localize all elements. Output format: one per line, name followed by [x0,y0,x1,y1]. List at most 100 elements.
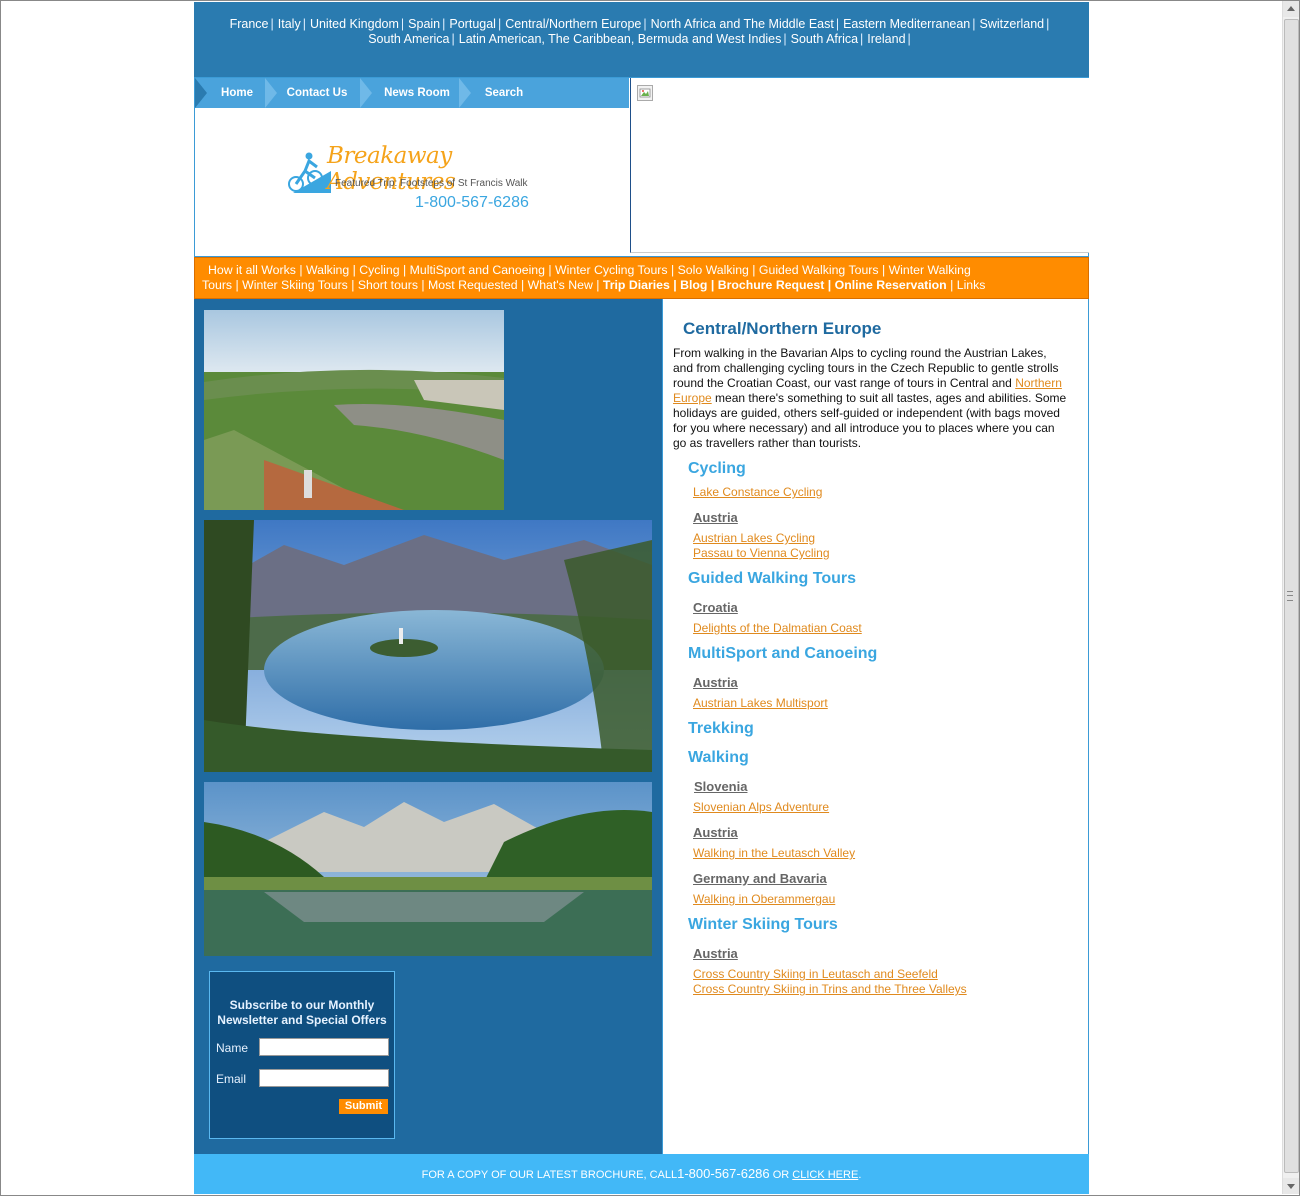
nav-home-link[interactable]: Home [207,78,267,108]
broken-image-icon [637,85,653,101]
category-link[interactable]: Walking [306,263,349,277]
category-link[interactable]: Guided Walking Tours [759,263,879,277]
email-input[interactable] [259,1069,389,1087]
country-link[interactable]: Central/Northern Europe [505,17,641,31]
nav-separator: | [295,263,306,277]
country-link[interactable]: South Africa [791,32,858,46]
country-heading[interactable]: Austria [693,675,738,690]
category-link[interactable]: Winter Skiing Tours [242,278,348,292]
featured-trip: Featured Trip: Footsteps of St Francis W… [335,178,528,189]
section-cycling: Cycling [688,460,746,477]
trip-link[interactable]: Walking in Oberammergau [693,892,835,906]
nav-separator: | [643,17,647,31]
photo-mountain-lake [204,782,652,956]
country-nav-row-1: France | Italy | United Kingdom | Spain | Portug… [194,17,1089,32]
main-content: Central/Northern Europe From walking in … [662,299,1089,1154]
vertical-scrollbar[interactable] [1282,1,1299,1194]
trip-link[interactable]: Delights of the Dalmatian Coast [693,621,862,635]
country-link[interactable]: Spain [408,17,440,31]
category-link[interactable]: Blog [680,278,707,292]
nav-separator: | [451,32,455,46]
scroll-down-button[interactable] [1283,1178,1299,1194]
nav-separator: | [1046,17,1050,31]
section-multisport: MultiSport and Canoeing [688,645,878,662]
submit-button[interactable]: Submit [339,1099,388,1114]
country-link[interactable]: Portugal [449,17,496,31]
trip-link[interactable]: Slovenian Alps Adventure [693,800,829,814]
intro-text: From walking in the Bavarian Alps to cyc… [673,346,1068,451]
country-nav: France | Italy | United Kingdom | Spain | Portug… [194,2,1089,77]
nav-separator: | [270,17,274,31]
country-link[interactable]: North Africa and The Middle East [651,17,834,31]
trip-link[interactable]: Lake Constance Cycling [693,485,822,499]
country-link[interactable]: Latin American, The Caribbean, Bermuda a… [459,32,782,46]
category-link[interactable]: Winter Walking [889,263,971,277]
category-nav: How it all Works | Walking | Cycling | M… [194,257,1089,299]
trip-link[interactable]: Walking in the Leutasch Valley [693,846,855,860]
country-link[interactable]: United Kingdom [310,17,399,31]
category-link[interactable]: How it all Works [208,263,296,277]
header: Home Contact Us News Room Search Breakaw… [194,77,1089,257]
nav-separator: | [860,32,864,46]
nav-separator: | [878,263,889,277]
phone-number: 1-800-567-6286 [415,194,529,211]
section-trekking: Trekking [688,720,754,737]
country-link[interactable]: France [230,17,269,31]
section-guided-walking: Guided Walking Tours [688,570,856,587]
category-link[interactable]: Brochure Request [718,278,825,292]
trip-link[interactable]: Austrian Lakes Cycling [693,531,815,545]
photo-lake-bled [204,520,652,772]
nav-separator: | [418,278,429,292]
nav-chevron [195,78,207,108]
arrow-up-icon [1287,6,1295,11]
category-link[interactable]: Trip Diaries [603,278,670,292]
category-link[interactable]: Winter Cycling Tours [555,263,668,277]
category-link[interactable]: Short tours [358,278,418,292]
country-heading[interactable]: Austria [693,510,738,525]
nav-contact-link[interactable]: Contact Us [277,78,357,108]
email-label: Email [216,1072,247,1086]
nav-separator: | [907,32,911,46]
category-nav-line-2: Tours | Winter Skiing Tours | Short tour… [202,278,1088,293]
nav-separator: | [400,17,405,31]
main-nav: Home Contact Us News Room Search [195,78,629,108]
nav-newsroom-link[interactable]: News Room [373,78,461,108]
trip-link[interactable]: Cross Country Skiing in Leutasch and See… [693,967,938,981]
country-heading[interactable]: Austria [693,825,738,840]
trip-link[interactable]: Cross Country Skiing in Trins and the Th… [693,982,967,996]
click-here-link[interactable]: CLICK HERE [792,1169,858,1181]
footer-end: . [858,1169,862,1181]
nav-separator: | [517,278,528,292]
category-link[interactable]: Cycling [359,263,399,277]
trip-link[interactable]: Passau to Vienna Cycling [693,546,830,560]
country-heading[interactable]: Croatia [693,600,738,615]
nav-search-link[interactable]: Search [471,78,537,108]
category-link[interactable]: Tours [202,278,232,292]
name-input[interactable] [259,1038,389,1056]
country-heading[interactable]: Slovenia [694,779,747,794]
country-heading[interactable]: Austria [693,946,738,961]
trip-link[interactable]: Austrian Lakes Multisport [693,696,828,710]
section-winter-skiing: Winter Skiing Tours [688,916,838,933]
country-link[interactable]: South America [368,32,449,46]
nav-separator: | [972,17,976,31]
page-title: Central/Northern Europe [683,319,882,338]
section-walking: Walking [688,749,749,766]
category-link[interactable]: Solo Walking [678,263,749,277]
country-link[interactable]: Switzerland [980,17,1045,31]
newsletter-box: Subscribe to our Monthly Newsletter and … [209,971,395,1139]
nav-chevron [459,78,471,108]
scroll-up-button[interactable] [1283,1,1299,17]
name-label: Name [216,1041,249,1055]
grip-icon [1287,591,1293,601]
category-link[interactable]: Online Reservation [835,278,947,292]
category-link[interactable]: Most Requested [428,278,518,292]
country-link[interactable]: Ireland [867,32,905,46]
country-link[interactable]: Italy [278,17,301,31]
category-link[interactable]: What's New [528,278,593,292]
category-link[interactable]: MultiSport and Canoeing [410,263,545,277]
category-link[interactable]: Links [957,278,986,292]
country-heading[interactable]: Germany and Bavaria [693,871,827,886]
logo[interactable]: Breakaway Adventures Featured Trip: Foot… [287,143,547,223]
country-link[interactable]: Eastern Mediterranean [843,17,970,31]
